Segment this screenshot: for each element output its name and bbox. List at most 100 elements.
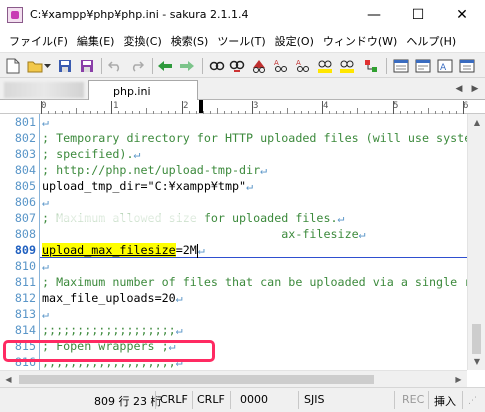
- menu-help[interactable]: ヘルプ(H): [402, 33, 460, 49]
- editor-line[interactable]: 804 ; http://php.net/upload-tmp-dir↵: [0, 162, 467, 178]
- editor-line[interactable]: 813 ↵: [0, 306, 467, 322]
- line-content: ;;;;;;;;;;;;;;;;;;;: [42, 323, 176, 337]
- status-separator: [394, 391, 395, 409]
- maximize-button[interactable]: ☐: [398, 0, 438, 30]
- scroll-left-icon[interactable]: ◀: [0, 371, 17, 388]
- jump-forward-icon[interactable]: [178, 57, 196, 75]
- line-text: ↵: [42, 258, 49, 274]
- menu-search[interactable]: 検索(S): [167, 33, 213, 49]
- horizontal-scrollbar[interactable]: ◀ ▶: [0, 370, 467, 387]
- sakura-app-icon[interactable]: [7, 7, 23, 23]
- insert-mode[interactable]: 挿入: [434, 393, 456, 409]
- new-file-icon[interactable]: [4, 57, 22, 75]
- line-text: ; Maximum number of files that can be up…: [42, 274, 467, 290]
- search-prev-icon[interactable]: [208, 57, 226, 75]
- search-match: upload_max_filesize: [42, 243, 176, 257]
- help-icon[interactable]: [458, 57, 476, 75]
- replace-icon[interactable]: A: [272, 57, 290, 75]
- tab-scroll-right-icon[interactable]: ▶: [468, 82, 482, 96]
- eol-mark-icon: ↵: [42, 307, 50, 321]
- ruler-label: 2: [183, 101, 189, 111]
- line-text: ↵: [42, 114, 49, 130]
- menu-edit[interactable]: 編集(E): [73, 33, 119, 49]
- toolbar: A A A: [0, 52, 485, 78]
- editor-line[interactable]: 815 ; Fopen wrappers ;↵: [0, 338, 467, 354]
- editor-line[interactable]: 811 ; Maximum number of files that can be…: [0, 274, 467, 290]
- save-icon[interactable]: [56, 57, 74, 75]
- vertical-scrollbar[interactable]: ▲ ▼: [467, 114, 485, 370]
- menu-bar: ファイル(F) 編集(E) 変換(C) 検索(S) ツール(T) 設定(O) ウ…: [0, 30, 485, 52]
- tab-php-ini[interactable]: php.ini: [88, 80, 198, 101]
- tab-bar: php.ini ◀ ▶: [0, 78, 485, 101]
- menu-settings[interactable]: 設定(O): [271, 33, 318, 49]
- editor-line[interactable]: 806 ↵: [0, 194, 467, 210]
- window-list-icon[interactable]: [392, 57, 410, 75]
- close-button[interactable]: ✕: [442, 0, 482, 30]
- eol-mark-icon: ↵: [246, 179, 254, 193]
- menu-window[interactable]: ウィンドウ(W): [319, 33, 401, 49]
- outline-icon[interactable]: [362, 57, 380, 75]
- scroll-right-icon[interactable]: ▶: [450, 371, 467, 388]
- line-content: ; Fopen wrappers ;: [42, 339, 169, 353]
- eol-code-1[interactable]: CRLF: [160, 393, 188, 406]
- eol-mark-icon: ↵: [175, 291, 183, 305]
- search-icon[interactable]: [250, 57, 268, 75]
- minimize-button[interactable]: —: [354, 0, 394, 30]
- scroll-down-icon[interactable]: ▼: [468, 353, 485, 370]
- editor-line[interactable]: 808 ax-filesize↵: [0, 226, 467, 242]
- line-number: 816: [14, 355, 36, 369]
- undo-icon[interactable]: [106, 57, 124, 75]
- eol-mark-icon: ↵: [197, 243, 205, 257]
- editor-line[interactable]: 802 ; Temporary directory for HTTP upload…: [0, 130, 467, 146]
- mark-icon[interactable]: [338, 57, 356, 75]
- editor-line[interactable]: 816 ;;;;;;;;;;;;;;;;;;;↵: [0, 354, 467, 370]
- ruler-tick: [111, 101, 113, 114]
- highlight-icon[interactable]: [316, 57, 334, 75]
- horizontal-scroll-thumb[interactable]: [19, 375, 374, 384]
- line-number: 811: [14, 275, 36, 289]
- tab-scroll-left-icon[interactable]: ◀: [452, 82, 466, 96]
- record-status: REC: [402, 393, 425, 406]
- menu-file[interactable]: ファイル(F): [5, 33, 72, 49]
- settings-icon[interactable]: [414, 57, 432, 75]
- editor-line[interactable]: 810 ↵: [0, 258, 467, 274]
- svg-text:A: A: [296, 59, 301, 67]
- vertical-scroll-thumb[interactable]: [472, 324, 481, 354]
- toolbar-separator: [386, 58, 387, 74]
- resize-grip-icon[interactable]: ⋰: [468, 396, 477, 406]
- line-number: 809: [14, 243, 36, 257]
- editor-line[interactable]: 801 ↵: [0, 114, 467, 130]
- ruler-tick: [322, 101, 324, 114]
- grep-icon[interactable]: A: [294, 57, 312, 75]
- dropdown-arrow-icon[interactable]: [42, 57, 52, 75]
- encoding[interactable]: SJIS: [304, 393, 324, 406]
- editor-line[interactable]: 814 ;;;;;;;;;;;;;;;;;;;↵: [0, 322, 467, 338]
- line-text: max_file_uploads=20↵: [42, 290, 183, 306]
- ruler-label: 6: [463, 101, 469, 111]
- search-next-icon[interactable]: [228, 57, 246, 75]
- line-text: ; Temporary directory for HTTP uploaded …: [42, 130, 467, 146]
- window-title: C:¥xampp¥php¥php.ini - sakura 2.1.1.4: [30, 8, 249, 21]
- save-all-icon[interactable]: [78, 57, 96, 75]
- jump-back-icon[interactable]: [156, 57, 174, 75]
- line-number: 805: [14, 179, 36, 193]
- tab-label: php.ini: [113, 84, 151, 98]
- line-content: ; Temporary directory for HTTP uploaded …: [42, 131, 467, 145]
- eol-mark-icon: ↵: [42, 115, 50, 129]
- font-icon[interactable]: A: [436, 57, 454, 75]
- menu-convert[interactable]: 変換(C): [119, 33, 165, 49]
- svg-text:A: A: [274, 59, 279, 67]
- eol-code-2[interactable]: CRLF: [197, 393, 225, 406]
- menu-tools[interactable]: ツール(T): [213, 33, 269, 49]
- text-editor[interactable]: 801 ↵ 802 ; Temporary directory for HTTP up…: [0, 114, 467, 370]
- editor-line[interactable]: 809 upload_max_filesize=2M↵: [0, 242, 467, 258]
- eol-mark-icon: ↵: [42, 259, 50, 273]
- scroll-up-icon[interactable]: ▲: [468, 114, 485, 131]
- editor-line[interactable]: 805 upload_tmp_dir="C:¥xampp¥tmp"↵: [0, 178, 467, 194]
- blurred-tab[interactable]: [4, 82, 84, 98]
- eol-mark-icon: ↵: [337, 211, 345, 225]
- editor-line[interactable]: 812 max_file_uploads=20↵: [0, 290, 467, 306]
- redo-icon[interactable]: [128, 57, 146, 75]
- editor-line[interactable]: 803 ; specified).↵: [0, 146, 467, 162]
- ruler-label: 5: [393, 101, 399, 111]
